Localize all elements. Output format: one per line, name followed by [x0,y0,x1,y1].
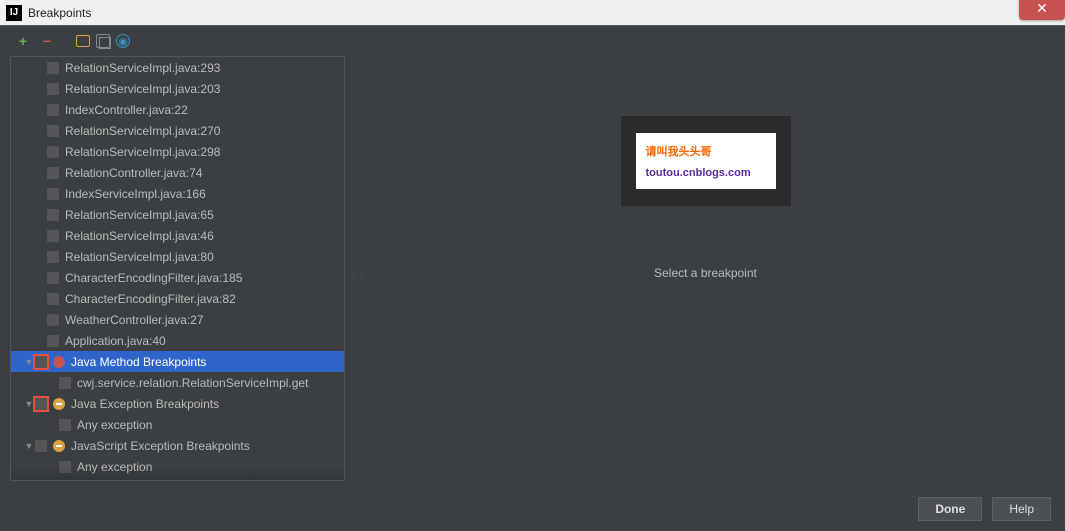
breakpoint-item[interactable]: WeatherController.java:27 [11,309,344,330]
checkbox[interactable] [47,62,59,74]
group-java-exception[interactable]: ▼ Java Exception Breakpoints [11,393,344,414]
checkbox[interactable] [47,125,59,137]
checkbox[interactable] [47,209,59,221]
close-button[interactable]: ✕ [1019,0,1065,20]
breakpoint-label: RelationServiceImpl.java:80 [65,250,214,264]
breakpoint-label: IndexController.java:22 [65,103,188,117]
breakpoint-item[interactable]: RelationController.java:74 [11,162,344,183]
app-icon: IJ [6,5,22,21]
checkbox[interactable] [35,398,47,410]
footer: Done Help [918,497,1051,521]
breakpoint-item[interactable]: IndexController.java:22 [11,99,344,120]
preview-inner: 请叫我头头哥 toutou.cnblogs.com [636,133,776,189]
exception-breakpoint-icon [53,440,65,452]
breakpoint-item[interactable]: Any exception [11,414,344,435]
breakpoint-item[interactable]: CharacterEncodingFilter.java:185 [11,267,344,288]
breakpoint-label: RelationServiceImpl.java:270 [65,124,220,138]
breakpoint-label: Any exception [77,460,152,474]
breakpoint-tree-panel: RelationServiceImpl.java:293 RelationSer… [10,56,345,481]
checkbox[interactable] [47,83,59,95]
breakpoint-item[interactable]: RelationServiceImpl.java:65 [11,204,344,225]
group-label: Java Method Breakpoints [71,355,206,369]
preview-text-2: toutou.cnblogs.com [646,167,776,179]
method-breakpoint-icon [53,356,65,368]
checkbox[interactable] [47,293,59,305]
detail-message: Select a breakpoint [654,266,757,280]
checkbox[interactable] [47,188,59,200]
checkbox[interactable] [47,314,59,326]
breakpoint-item[interactable]: cwj.service.relation.RelationServiceImpl… [11,372,344,393]
breakpoint-label: cwj.service.relation.RelationServiceImpl… [77,376,308,390]
group-by-button[interactable] [76,35,90,47]
checkbox[interactable] [47,104,59,116]
breakpoint-label: RelationController.java:74 [65,166,202,180]
breakpoint-label: RelationServiceImpl.java:203 [65,82,220,96]
breakpoint-tree[interactable]: RelationServiceImpl.java:293 RelationSer… [11,57,344,480]
breakpoint-item[interactable]: RelationServiceImpl.java:80 [11,246,344,267]
exception-breakpoint-icon [53,398,65,410]
breakpoint-item[interactable]: RelationServiceImpl.java:293 [11,57,344,78]
checkbox[interactable] [59,377,71,389]
breakpoint-label: CharacterEncodingFilter.java:82 [65,292,236,306]
group-js-exception[interactable]: ▼ JavaScript Exception Breakpoints [11,435,344,456]
toolbar: + − ◉ [0,26,1065,56]
expand-arrow-icon[interactable]: ▼ [23,399,35,409]
checkbox[interactable] [47,146,59,158]
breakpoint-label: RelationServiceImpl.java:293 [65,61,220,75]
copy-button[interactable] [96,34,110,48]
remove-breakpoint-button[interactable]: − [38,32,56,50]
breakpoint-label: RelationServiceImpl.java:298 [65,145,220,159]
group-label: JavaScript Exception Breakpoints [71,439,250,453]
checkbox[interactable] [47,230,59,242]
preview-box: 请叫我头头哥 toutou.cnblogs.com [621,116,791,206]
checkbox[interactable] [59,419,71,431]
checkbox[interactable] [47,167,59,179]
group-java-method[interactable]: ▼ Java Method Breakpoints [11,351,344,372]
checkbox[interactable] [47,335,59,347]
breakpoint-item[interactable]: IndexServiceImpl.java:166 [11,183,344,204]
expand-arrow-icon[interactable]: ▼ [23,441,35,451]
help-button[interactable]: Help [992,497,1051,521]
breakpoint-item[interactable]: RelationServiceImpl.java:298 [11,141,344,162]
breakpoint-label: RelationServiceImpl.java:65 [65,208,214,222]
dialog-body: + − ◉ RelationServiceImpl.java:293 Relat… [0,26,1065,531]
breakpoint-label: IndexServiceImpl.java:166 [65,187,206,201]
window-title: Breakpoints [28,6,91,20]
view-options-button[interactable]: ◉ [116,34,130,48]
breakpoint-label: RelationServiceImpl.java:46 [65,229,214,243]
breakpoint-item[interactable]: Any exception [11,456,344,477]
detail-panel: 请叫我头头哥 toutou.cnblogs.com Select a break… [356,56,1055,481]
breakpoint-item[interactable]: Application.java:40 [11,330,344,351]
breakpoint-label: CharacterEncodingFilter.java:185 [65,271,242,285]
checkbox[interactable] [35,356,47,368]
breakpoint-item[interactable]: RelationServiceImpl.java:46 [11,225,344,246]
breakpoint-label: WeatherController.java:27 [65,313,204,327]
checkbox[interactable] [47,251,59,263]
breakpoint-label: Application.java:40 [65,334,166,348]
checkbox[interactable] [47,272,59,284]
breakpoint-item[interactable]: RelationServiceImpl.java:203 [11,78,344,99]
add-breakpoint-button[interactable]: + [14,32,32,50]
checkbox[interactable] [59,461,71,473]
done-button[interactable]: Done [918,497,982,521]
close-icon: ✕ [1036,0,1048,17]
expand-arrow-icon[interactable]: ▼ [23,357,35,367]
group-label: Java Exception Breakpoints [71,397,219,411]
preview-text-1: 请叫我头头哥 [646,143,776,159]
checkbox[interactable] [35,440,47,452]
breakpoint-item[interactable]: CharacterEncodingFilter.java:82 [11,288,344,309]
splitter[interactable]: ⋮⋮ [346,56,356,481]
titlebar[interactable]: IJ Breakpoints ✕ [0,0,1065,26]
breakpoint-item[interactable]: RelationServiceImpl.java:270 [11,120,344,141]
breakpoint-label: Any exception [77,418,152,432]
